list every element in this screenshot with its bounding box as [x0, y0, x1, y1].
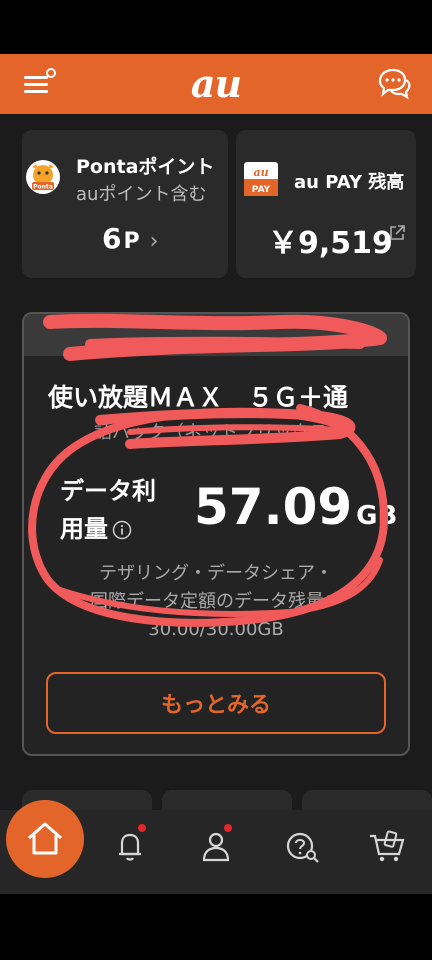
shopping-cart-icon — [370, 830, 405, 862]
status-bar — [0, 0, 432, 54]
data-usage-card: 使い放題ＭＡＸ ５Ｇ＋通 話パック（ネットフリックス データ利 用量 57.09… — [22, 312, 410, 756]
au-logo[interactable]: au — [191, 54, 242, 114]
system-nav-area — [0, 894, 432, 960]
nav-notifications[interactable] — [108, 824, 152, 868]
chat-button[interactable] — [376, 66, 412, 102]
app-header: au — [0, 54, 432, 114]
person-icon — [202, 832, 230, 862]
points-number: 6 — [102, 222, 122, 255]
help-search-icon — [286, 832, 319, 863]
notification-badge — [224, 824, 232, 832]
nav-home[interactable] — [6, 800, 84, 878]
app-screen: au Ponta Pontaポイント auポイント含む 6 P › au PAY… — [0, 0, 432, 960]
aupay-balance-value: ￥9,519 — [268, 226, 393, 261]
plan-name: 使い放題ＭＡＸ ５Ｇ＋通 — [48, 383, 349, 412]
ponta-title: Pontaポイント — [76, 156, 215, 178]
notification-dot — [46, 68, 56, 78]
share-note-line1: テザリング・データシェア・ — [99, 563, 333, 584]
data-usage-number: 57.09 — [194, 478, 353, 536]
svg-text:au: au — [253, 166, 268, 179]
ponta-subtitle: auポイント含む — [76, 184, 207, 205]
data-usage-label: データ利 用量 — [60, 472, 170, 548]
share-note-line2: 国際データ定額のデータ残量： — [90, 591, 342, 612]
plan-name-continued: 話パック（ネットフリックス — [94, 422, 328, 443]
svg-text:Ponta: Ponta — [33, 184, 53, 191]
menu-bar — [24, 83, 48, 86]
aupay-title: au PAY 残高 — [294, 172, 405, 193]
bell-icon — [119, 833, 141, 861]
data-usage-label-line1: データ利 — [60, 477, 156, 505]
points-unit: P — [123, 229, 140, 254]
nav-account[interactable] — [194, 824, 238, 868]
ponta-points-card[interactable]: Ponta Pontaポイント auポイント含む 6 P › — [22, 130, 228, 278]
ponta-icon: Ponta — [26, 160, 60, 194]
nav-shop[interactable] — [366, 824, 410, 868]
menu-bar — [24, 90, 48, 93]
svg-text:PAY: PAY — [252, 185, 271, 195]
data-usage-unit: GB — [356, 501, 398, 531]
chat-bubbles-icon — [378, 68, 411, 100]
data-usage-value: 57.09 GB — [194, 478, 397, 536]
menu-button[interactable] — [22, 68, 56, 98]
phone-number-band — [24, 314, 408, 356]
menu-bar — [24, 76, 48, 79]
chevron-right-icon: › — [149, 229, 159, 254]
share-note-line3: 30.00/30.00GB — [148, 619, 284, 640]
data-usage-label-line2: 用量 — [60, 510, 170, 548]
nav-help[interactable] — [280, 824, 324, 868]
see-more-button[interactable]: もっとみる — [46, 672, 386, 734]
home-icon — [28, 822, 62, 855]
external-link-icon[interactable] — [388, 224, 406, 242]
aupay-balance-card[interactable]: au PAY au PAY 残高 ￥9,519 — [236, 130, 416, 278]
data-usage-label-text: 用量 — [60, 515, 108, 543]
aupay-icon: au PAY — [244, 162, 278, 196]
share-data-note: テザリング・データシェア・ 国際データ定額のデータ残量： 30.00/30.00… — [24, 560, 408, 644]
ponta-points-value: 6 P › — [102, 222, 158, 255]
notification-badge — [138, 824, 146, 832]
info-icon[interactable] — [112, 520, 132, 540]
